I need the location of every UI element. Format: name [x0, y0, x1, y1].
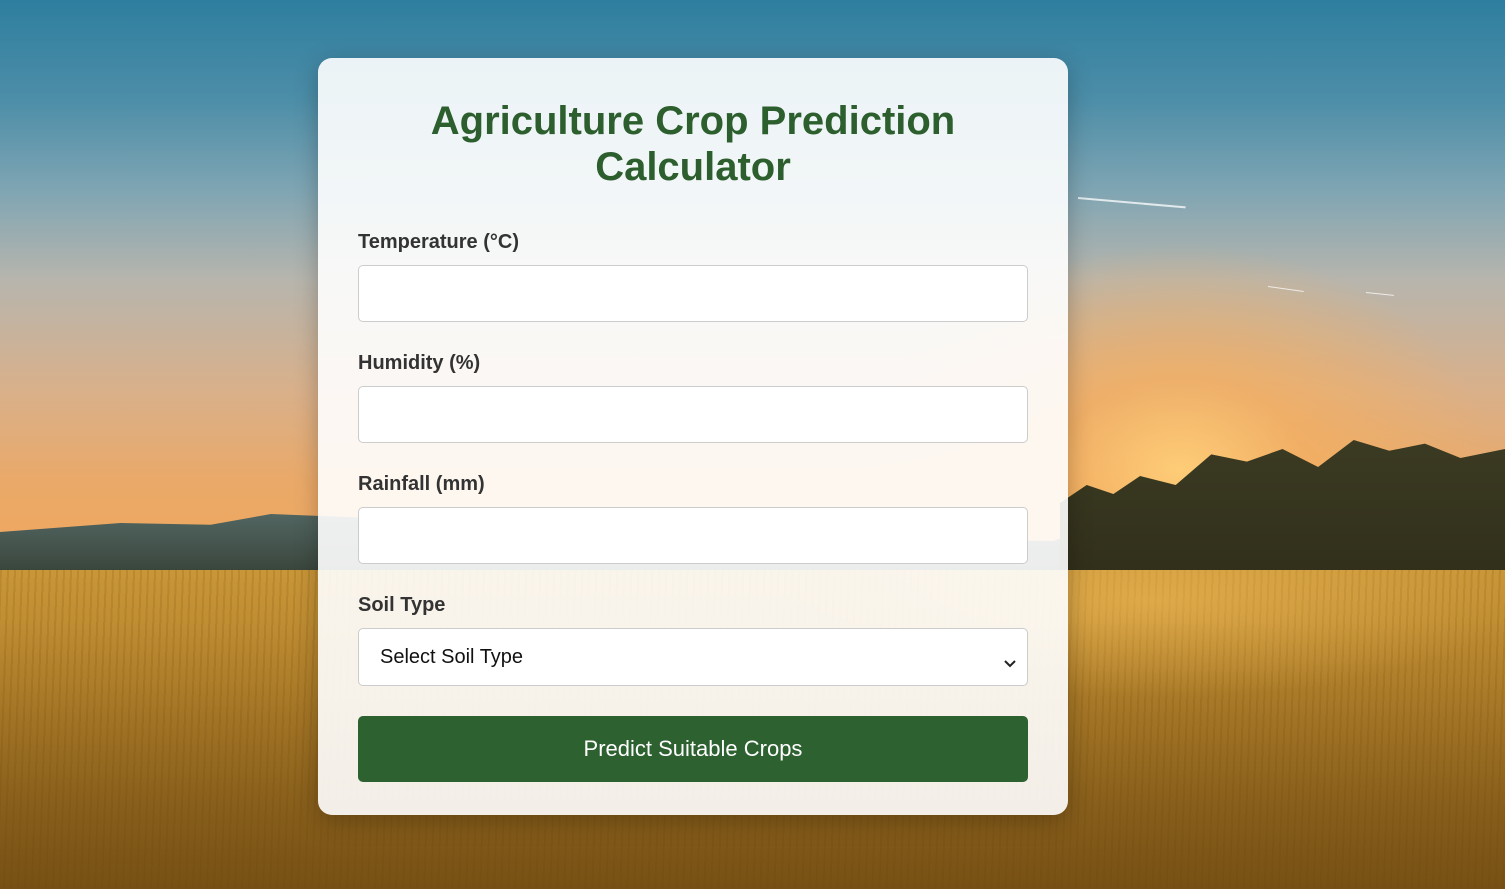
humidity-group: Humidity (%): [358, 351, 1028, 443]
soil-type-selected-value: Select Soil Type: [380, 645, 524, 668]
rainfall-input[interactable]: [358, 507, 1028, 564]
temperature-input[interactable]: [358, 265, 1028, 322]
chevron-down-icon: [1003, 652, 1017, 668]
calculator-card: Agriculture Crop Prediction Calculator T…: [318, 58, 1068, 815]
temperature-group: Temperature (°C): [358, 230, 1028, 322]
soil-type-group: Soil Type Select Soil Type: [358, 593, 1028, 686]
soil-type-label: Soil Type: [358, 594, 446, 616]
predict-crops-button[interactable]: Predict Suitable Crops: [358, 716, 1028, 782]
temperature-label: Temperature (°C): [358, 231, 519, 253]
soil-type-select[interactable]: Select Soil Type: [358, 628, 1028, 686]
page-title: Agriculture Crop Prediction Calculator: [430, 99, 956, 189]
humidity-label: Humidity (%): [358, 352, 481, 374]
humidity-input[interactable]: [358, 386, 1028, 443]
rainfall-group: Rainfall (mm): [358, 472, 1028, 564]
rainfall-label: Rainfall (mm): [358, 473, 485, 495]
